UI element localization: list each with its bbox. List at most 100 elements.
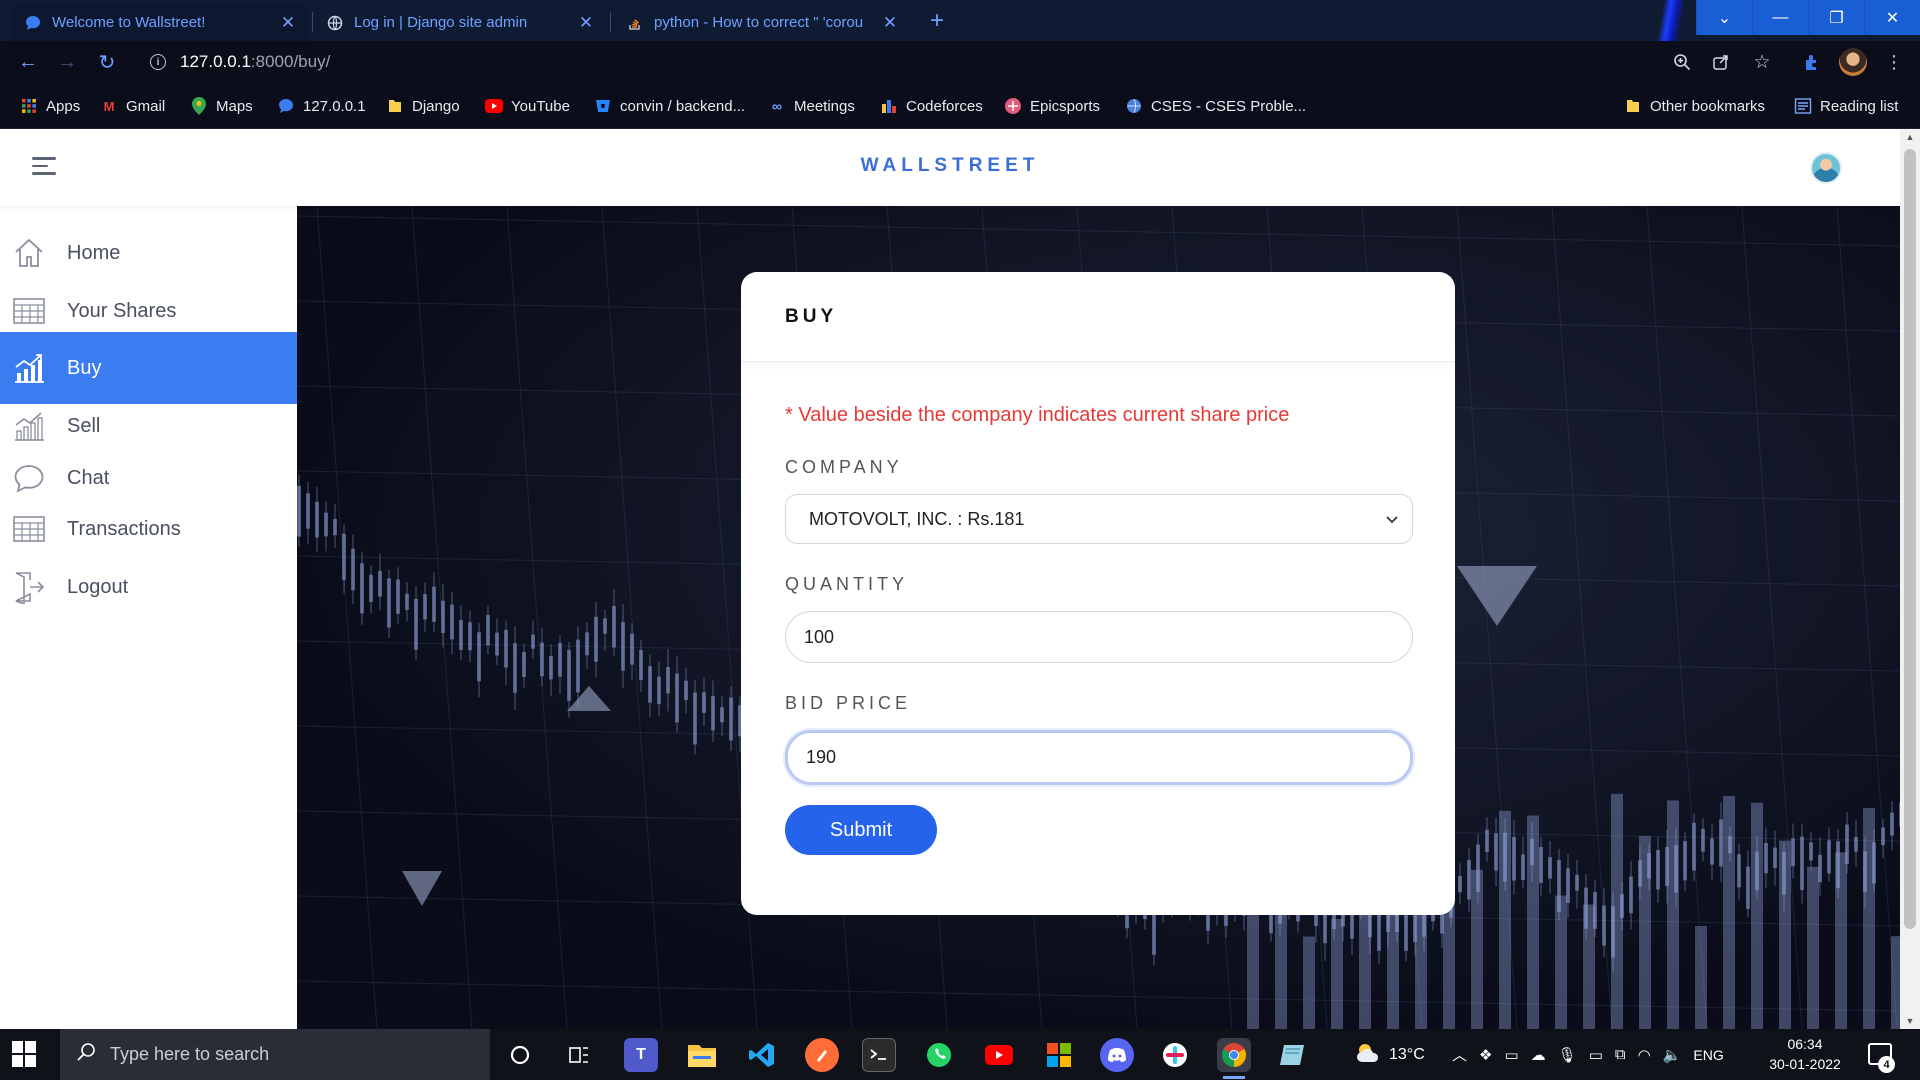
whatsapp-icon[interactable] bbox=[922, 1038, 956, 1072]
profile-avatar[interactable] bbox=[1839, 48, 1867, 76]
reload-button[interactable]: ↻ bbox=[93, 48, 121, 76]
chevron-up-icon[interactable]: ︿ bbox=[1452, 1044, 1467, 1065]
bookmark-codeforces[interactable]: Codeforces bbox=[880, 94, 983, 118]
quantity-input[interactable]: 100 bbox=[785, 611, 1413, 663]
close-window-button[interactable]: ✕ bbox=[1864, 0, 1920, 35]
bid-price-input[interactable]: 190 bbox=[785, 730, 1413, 785]
system-tray: ︿ ❖ ▭ ☁ 🎙 ▭ ⧉ ◠ 🔈 ENG bbox=[1452, 1029, 1724, 1080]
bookmark-meetings[interactable]: ∞ Meetings bbox=[768, 94, 855, 118]
office-icon[interactable] bbox=[1042, 1038, 1076, 1072]
scroll-down-icon[interactable]: ▼ bbox=[1900, 1013, 1920, 1029]
info-icon[interactable]: i bbox=[150, 54, 166, 70]
tab-stackoverflow[interactable]: python - How to correct " 'corou ✕ bbox=[612, 4, 912, 41]
language-indicator[interactable]: ENG bbox=[1693, 1047, 1723, 1063]
bookmark-reading-list[interactable]: Reading list bbox=[1794, 94, 1898, 118]
tab-welcome[interactable]: Welcome to Wallstreet! ✕ bbox=[10, 4, 310, 41]
youtube-icon[interactable] bbox=[982, 1038, 1016, 1072]
sidebar-item-label: Chat bbox=[67, 466, 110, 489]
forward-button[interactable]: → bbox=[53, 48, 81, 76]
background-grid-line bbox=[601, 206, 663, 1029]
page-scrollbar[interactable]: ▲ ▼ bbox=[1900, 129, 1920, 1029]
new-tab-button[interactable]: + bbox=[922, 6, 952, 36]
microphone-icon[interactable]: 🎙 bbox=[1558, 1046, 1577, 1064]
bookmark-other[interactable]: Other bookmarks bbox=[1624, 94, 1765, 118]
star-icon[interactable]: ☆ bbox=[1750, 50, 1774, 74]
price-note: * Value beside the company indicates cur… bbox=[785, 404, 1290, 426]
bookmark-localhost[interactable]: 127.0.0.1 bbox=[277, 94, 366, 118]
back-button[interactable]: ← bbox=[14, 48, 42, 76]
sidebar-item-label: Sell bbox=[67, 414, 101, 437]
tab-search-button[interactable]: ⌄ bbox=[1696, 0, 1752, 35]
task-view-icon[interactable] bbox=[562, 1038, 596, 1072]
scroll-up-icon[interactable]: ▲ bbox=[1900, 129, 1920, 145]
chat-bubble-icon bbox=[24, 14, 42, 32]
teams-icon[interactable]: T bbox=[624, 1038, 658, 1072]
zoom-icon[interactable] bbox=[1670, 50, 1694, 74]
background-grid-line bbox=[297, 215, 1900, 247]
wifi-icon[interactable]: ◠ bbox=[1638, 1046, 1651, 1064]
background-grid-line bbox=[316, 206, 378, 1029]
close-icon[interactable]: ✕ bbox=[882, 13, 898, 33]
youtube-icon bbox=[485, 97, 503, 115]
dropbox-icon[interactable]: ❖ bbox=[1479, 1046, 1492, 1064]
company-select[interactable]: MOTOVOLT, INC. : Rs.181 bbox=[785, 494, 1413, 544]
bookmark-label: Django bbox=[412, 97, 460, 115]
bookmark-django[interactable]: Django bbox=[386, 94, 460, 118]
volume-icon[interactable]: 🔈 bbox=[1663, 1046, 1682, 1064]
close-icon[interactable]: ✕ bbox=[578, 13, 594, 33]
onedrive-cloud-icon[interactable]: ☁ bbox=[1531, 1046, 1546, 1064]
terminal-icon[interactable] bbox=[862, 1038, 896, 1072]
user-avatar[interactable] bbox=[1810, 152, 1842, 184]
restore-button[interactable]: ❐ bbox=[1808, 0, 1864, 35]
scroll-thumb[interactable] bbox=[1904, 149, 1916, 929]
weather-temperature: 13°C bbox=[1389, 1045, 1425, 1063]
meet-icon[interactable]: ▭ bbox=[1504, 1046, 1518, 1064]
taskbar-clock[interactable]: 06:34 30-01-2022 bbox=[1760, 1034, 1850, 1074]
cast-icon[interactable]: ⧉ bbox=[1615, 1046, 1626, 1063]
windows-start-icon[interactable] bbox=[12, 1041, 38, 1067]
background-volume-bar bbox=[1807, 866, 1819, 1029]
vscode-icon[interactable] bbox=[745, 1038, 779, 1072]
tab-title: python - How to correct " 'corou bbox=[654, 14, 864, 31]
bookmark-apps[interactable]: Apps bbox=[20, 94, 80, 118]
background-volume-bar bbox=[1751, 802, 1763, 1029]
address-bar[interactable]: i 127.0.0.1 :8000/buy/ bbox=[136, 46, 1688, 78]
tab-django-admin[interactable]: Log in | Django site admin ✕ bbox=[312, 4, 608, 41]
background-up-marker bbox=[567, 686, 611, 711]
background-grid-line bbox=[297, 980, 1900, 1012]
close-icon[interactable]: ✕ bbox=[280, 13, 296, 33]
bookmark-maps[interactable]: Maps bbox=[190, 94, 253, 118]
bookmark-bitbucket[interactable]: convin / backend... bbox=[594, 94, 745, 118]
sidebar-item-logout[interactable]: Logout bbox=[0, 551, 297, 623]
close-icon: ✕ bbox=[1885, 9, 1900, 27]
submit-button[interactable]: Submit bbox=[785, 805, 937, 855]
plus-icon: + bbox=[929, 7, 944, 34]
background-volume-bar bbox=[1443, 895, 1455, 1029]
sidebar-item-label: Logout bbox=[67, 575, 129, 598]
minimize-button[interactable]: — bbox=[1752, 0, 1808, 35]
battery-icon[interactable]: ▭ bbox=[1589, 1046, 1603, 1064]
extensions-icon[interactable] bbox=[1800, 50, 1824, 74]
bookmark-epicsports[interactable]: Epicsports bbox=[1004, 94, 1100, 118]
bookmark-gmail[interactable]: M Gmail bbox=[100, 94, 166, 118]
share-icon[interactable] bbox=[1709, 50, 1733, 74]
notification-count-badge: 4 bbox=[1878, 1056, 1895, 1073]
file-explorer-icon[interactable] bbox=[685, 1038, 719, 1072]
weather-widget[interactable]: 13°C bbox=[1355, 1029, 1425, 1080]
notes-app-icon[interactable] bbox=[1275, 1038, 1309, 1072]
table-icon bbox=[11, 293, 47, 329]
slack-icon[interactable] bbox=[1158, 1038, 1192, 1072]
postman-icon[interactable] bbox=[805, 1038, 839, 1072]
background-volume-bar bbox=[1835, 852, 1847, 1029]
cortana-icon[interactable] bbox=[503, 1038, 537, 1072]
taskbar-search[interactable]: Type here to search bbox=[60, 1029, 490, 1080]
buy-form: * Value beside the company indicates cur… bbox=[741, 404, 1455, 855]
background-volume-bar bbox=[1499, 810, 1511, 1029]
more-menu-icon[interactable]: ⋮ bbox=[1882, 50, 1906, 74]
background-volume-bar bbox=[1695, 926, 1707, 1029]
company-label: COMPANY bbox=[785, 457, 903, 477]
bookmark-cses[interactable]: CSES - CSES Proble... bbox=[1125, 94, 1306, 118]
discord-icon[interactable] bbox=[1100, 1038, 1134, 1072]
bookmark-youtube[interactable]: YouTube bbox=[485, 94, 570, 118]
chrome-icon[interactable] bbox=[1217, 1038, 1251, 1079]
